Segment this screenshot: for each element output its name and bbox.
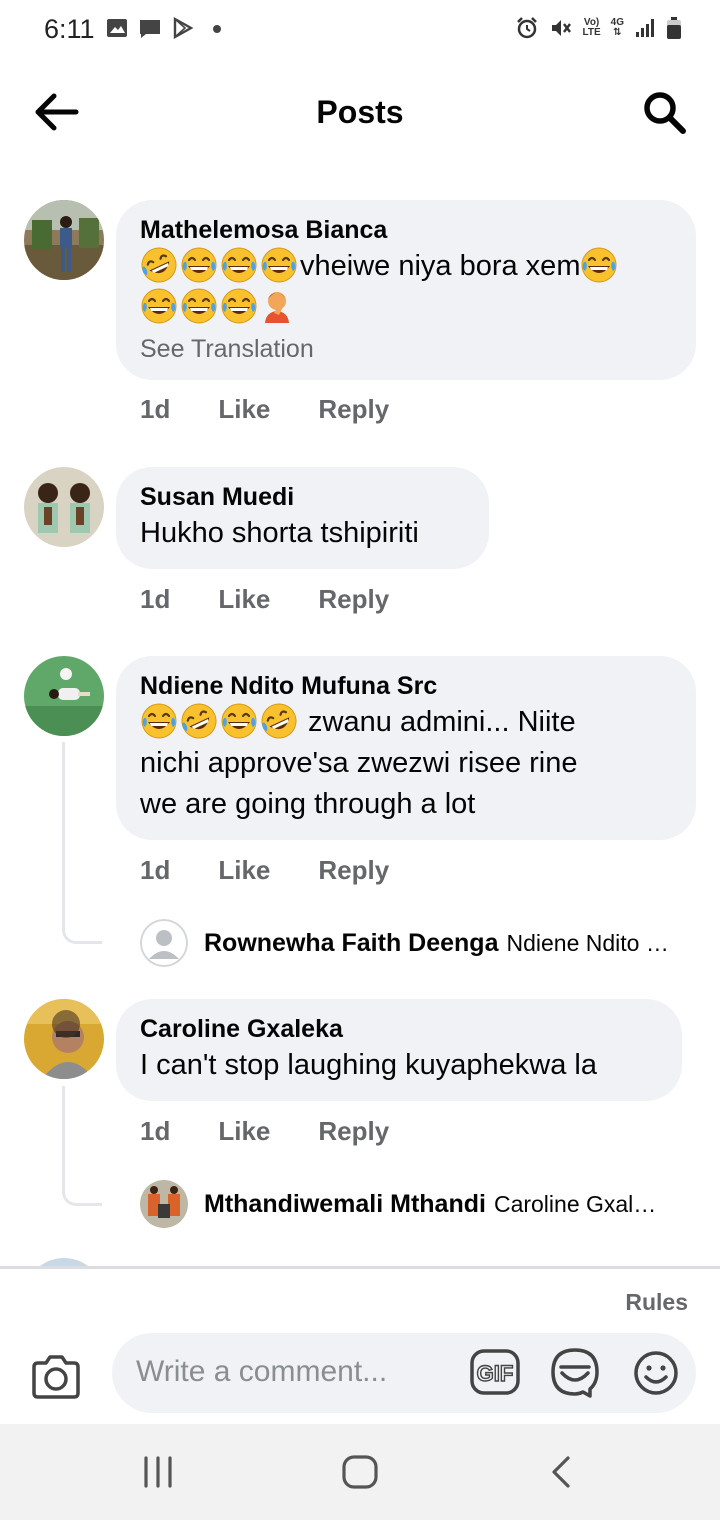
default-avatar-graphic (140, 919, 188, 967)
comment-author[interactable]: Ndiene Ndito Mufuna Src (140, 670, 672, 702)
avatar[interactable] (24, 656, 104, 736)
reply-preview-row[interactable]: Mthandiwemali Mthandi Caroline Gxaleka (140, 1180, 690, 1228)
comment-author[interactable]: Susan Muedi (140, 481, 465, 513)
see-translation-link[interactable]: See Translation (140, 332, 672, 366)
avatar (140, 1180, 188, 1228)
comment-text-line: we are going through a lot (140, 788, 476, 820)
laughing-emoji-icon (581, 246, 618, 284)
like-button[interactable]: Like (218, 584, 270, 615)
laughing-emoji-icon (140, 702, 178, 740)
like-button[interactable]: Like (218, 394, 270, 425)
reply-author[interactable]: Mthandiwemali Mthandi (204, 1190, 486, 1219)
profile-photo (24, 656, 104, 736)
comment-bubble[interactable]: Mathelemosa Bianca vheiwe niya bora xem … (116, 200, 696, 380)
arrows-icon: ⇅ (613, 27, 622, 38)
rofl-emoji-icon (180, 702, 218, 740)
profile-photo (140, 1180, 188, 1228)
comment-actions: 1d Like Reply (140, 1116, 389, 1147)
dot-icon (213, 25, 221, 33)
next-comment-avatar-partial (24, 1258, 104, 1266)
back-icon[interactable] (542, 1454, 582, 1490)
comment-composer: Rules Write a comment... GIF (0, 1266, 720, 1424)
comment-bubble[interactable]: Caroline Gxaleka I can't stop laughing k… (116, 999, 682, 1101)
thread-line (62, 1086, 102, 1206)
page-title: Posts (316, 94, 404, 130)
status-time: 6:11 (44, 14, 95, 44)
sticker-icon[interactable] (550, 1347, 600, 1399)
like-button[interactable]: Like (218, 1116, 270, 1147)
avatar[interactable] (24, 200, 104, 280)
profile-photo (24, 467, 104, 547)
alarm-icon (516, 17, 537, 39)
avatar[interactable] (24, 999, 104, 1079)
system-nav-bar (0, 1424, 720, 1520)
volte-icon: Vo) LTE (583, 18, 601, 38)
reply-button[interactable]: Reply (318, 584, 389, 615)
status-bar: 6:11 Vo) LTE 4G ⇅ (0, 0, 720, 60)
comment-text: zwanu admini... Niite (140, 702, 672, 743)
thread-line (62, 742, 102, 944)
message-icon (140, 20, 160, 38)
comment-text: I can't stop laughing kuyaphekwa la (140, 1049, 597, 1081)
battery-icon (667, 17, 681, 39)
default-avatar-icon (140, 919, 188, 967)
reply-button[interactable]: Reply (318, 1116, 389, 1147)
volte-bottom-label: LTE (582, 27, 601, 38)
signal-icon (636, 19, 654, 37)
4g-icon: 4G ⇅ (611, 18, 624, 38)
comment-input[interactable]: Write a comment... GIF (112, 1333, 696, 1413)
play-store-icon (173, 17, 194, 39)
rofl-emoji-icon (140, 246, 178, 284)
facepalm-emoji-icon (265, 292, 289, 323)
reply-preview-row[interactable]: Rownewha Faith Deenga Ndiene Ndito Mufun… (140, 919, 696, 967)
reply-author[interactable]: Rownewha Faith Deenga (204, 929, 498, 958)
smiley-icon[interactable] (632, 1349, 680, 1397)
comment-time: 1d (140, 1116, 171, 1146)
reply-preview-text: Caroline Gxaleka (493, 1190, 664, 1217)
comment-actions: 1d Like Reply (140, 584, 389, 615)
comment-time: 1d (140, 394, 171, 424)
home-icon[interactable] (340, 1454, 380, 1490)
comment-actions: 1d Like Reply (140, 855, 389, 886)
camera-icon[interactable] (30, 1353, 82, 1401)
laughing-emoji-icon (180, 246, 218, 284)
header: Posts (0, 60, 720, 164)
avatar[interactable] (24, 467, 104, 547)
gif-label: GIF (477, 1361, 514, 1386)
status-icons: Vo) LTE 4G ⇅ (515, 16, 683, 40)
comment-bubble[interactable]: Susan Muedi Hukho shorta tshipiriti (116, 467, 489, 569)
image-icon (107, 19, 127, 37)
laughing-emoji-icon (180, 287, 218, 325)
comment-text-line: vheiwe niya bora xem (300, 250, 581, 282)
comment-text-line: zwanu admini... Niite (300, 706, 576, 738)
rofl-emoji-icon (260, 702, 298, 740)
profile-photo (24, 200, 104, 280)
comment-bubble[interactable]: Ndiene Ndito Mufuna Src zwanu admini... … (116, 656, 696, 840)
mute-icon (551, 20, 571, 36)
comment-time: 1d (140, 584, 171, 614)
laughing-emoji-icon (140, 287, 178, 325)
comment-text: Hukho shorta tshipiriti (140, 517, 419, 549)
comment-text-line: nichi approve'sa zwezwi risee rine (140, 747, 578, 779)
laughing-emoji-icon (220, 287, 258, 325)
gif-icon[interactable]: GIF (470, 1349, 520, 1395)
reply-preview-text: Ndiene Ndito Mufuna Src (506, 929, 674, 956)
laughing-emoji-icon (220, 702, 258, 740)
search-icon[interactable] (640, 88, 688, 136)
comment-actions: 1d Like Reply (140, 394, 389, 425)
rules-link[interactable]: Rules (625, 1289, 688, 1316)
comment-time: 1d (140, 855, 171, 885)
laughing-emoji-icon (220, 246, 258, 284)
like-button[interactable]: Like (218, 855, 270, 886)
comment-author[interactable]: Caroline Gxaleka (140, 1013, 658, 1045)
laughing-emoji-icon (260, 246, 298, 284)
comment-text: vheiwe niya bora xem (140, 246, 672, 287)
reply-button[interactable]: Reply (318, 394, 389, 425)
recents-icon[interactable] (138, 1454, 178, 1490)
profile-photo (24, 999, 104, 1079)
comment-emoji-line (140, 287, 672, 328)
comment-author[interactable]: Mathelemosa Bianca (140, 214, 672, 246)
reply-button[interactable]: Reply (318, 855, 389, 886)
comment-placeholder: Write a comment... (136, 1355, 388, 1388)
